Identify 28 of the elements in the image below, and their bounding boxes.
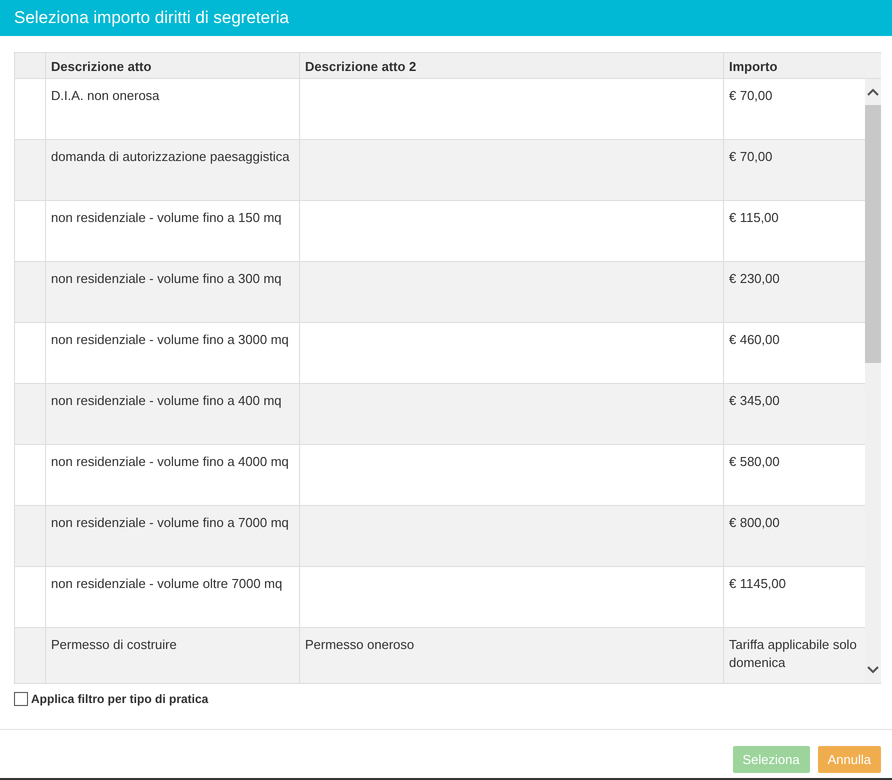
table-cell: non residenziale - volume fino a 150 mq [45, 201, 299, 261]
table-cell: non residenziale - volume fino a 4000 mq [45, 445, 299, 505]
table-cell: Permesso di costruire [45, 628, 299, 683]
table-cell: non residenziale - volume oltre 7000 mq [45, 567, 299, 627]
scrollbar-thumb[interactable] [865, 105, 881, 363]
table-row[interactable]: non residenziale - volume oltre 7000 mq € 1145,00 [15, 567, 865, 628]
table-row[interactable]: non residenziale - volume fino a 7000 mq € 800,00 [15, 506, 865, 567]
table-cell: non residenziale - volume fino a 7000 mq [45, 506, 299, 566]
filter-checkbox[interactable] [14, 692, 28, 706]
scroll-down-icon[interactable] [867, 666, 879, 674]
table-row[interactable]: Permesso di costruire Permesso oneroso Tariffa applicabile solo domenica [15, 628, 865, 683]
table-cell: non residenziale - volume fino a 300 mq [45, 262, 299, 322]
table-row[interactable]: D.I.A. non onerosa € 70,00 [15, 79, 865, 140]
window-title: Seleziona importo diritti di segreteria [14, 8, 289, 28]
table-row[interactable]: non residenziale - volume fino a 4000 mq € 580,00 [15, 445, 865, 506]
table-cell: Permesso oneroso [299, 628, 723, 683]
table-row[interactable]: non residenziale - volume fino a 150 mq € 115,00 [15, 201, 865, 262]
scrollbar[interactable] [865, 79, 881, 683]
table-row[interactable]: non residenziale - volume fino a 300 mq € 230,00 [15, 262, 865, 323]
filter-label: Applica filtro per tipo di pratica [31, 692, 208, 706]
table-row[interactable]: non residenziale - volume fino a 400 mq € 345,00 [15, 384, 865, 445]
table-cell: D.I.A. non onerosa [45, 79, 299, 139]
table-cell: domanda di autorizzazione paesaggistica [45, 140, 299, 200]
table-row[interactable]: non residenziale - volume fino a 3000 mq € 460,00 [15, 323, 865, 384]
table-row[interactable]: domanda di autorizzazione paesaggistica € 70,00 [15, 140, 865, 201]
table-cell: non residenziale - volume fino a 400 mq [45, 384, 299, 444]
scroll-up-icon[interactable] [867, 88, 879, 96]
table-cell: non residenziale - volume fino a 3000 mq [45, 323, 299, 383]
